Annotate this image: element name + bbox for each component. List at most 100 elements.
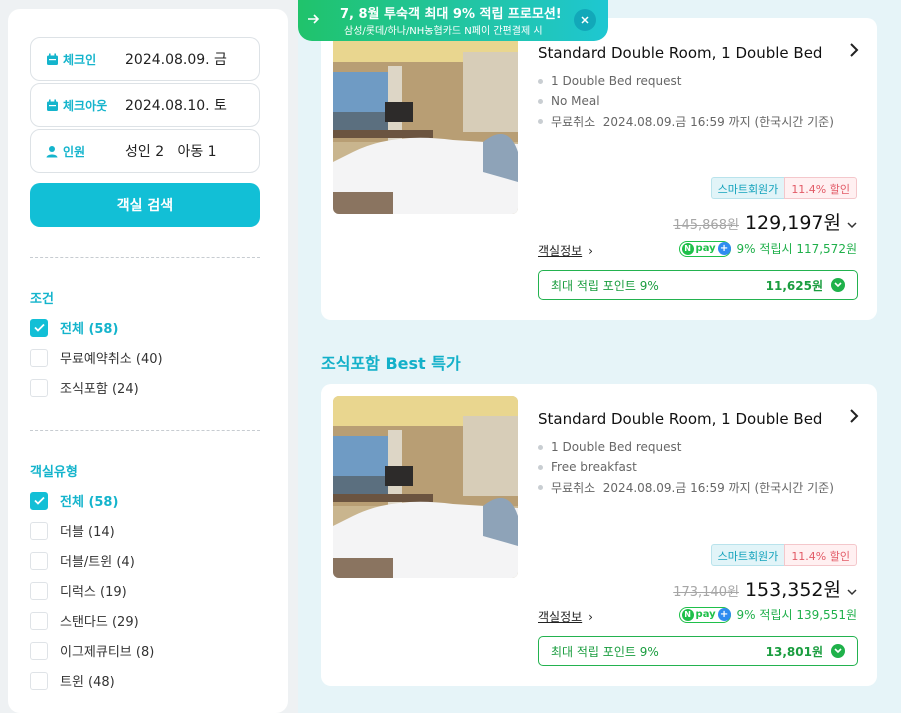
checkbox[interactable]: [30, 581, 48, 600]
filter-label: 이그제큐티브 (8): [60, 645, 155, 660]
checkbox[interactable]: [30, 551, 48, 570]
chevron-right-small-icon: ›: [588, 610, 593, 624]
chevron-right-small-icon: ›: [588, 244, 593, 258]
npay-text: 9% 적립시 117,572원: [736, 242, 857, 256]
npay-text: 9% 적립시 139,551원: [736, 608, 857, 622]
promo-title: 7, 8월 투숙객 최대 9% 적립 프로모션!: [340, 7, 562, 22]
room-photo[interactable]: [333, 396, 518, 578]
room-options: 1 Double Bed request No Meal 무료취소 2024.0…: [538, 71, 834, 131]
chevron-down-circle-icon[interactable]: [831, 644, 845, 658]
filter-label: 무료예약취소 (40): [60, 352, 163, 367]
room-info-link[interactable]: 객실정보 ›: [538, 242, 593, 259]
max-points-box[interactable]: 최대 적립 포인트 9% 11,625원: [538, 270, 858, 300]
filter-breakfast[interactable]: 조식포함 (24): [30, 378, 139, 397]
guests-label: 인원: [63, 144, 86, 159]
filter-label: 더블 (14): [60, 525, 115, 540]
divider: [30, 257, 260, 258]
filter-roomtype-standard[interactable]: 스탠다드 (29): [30, 611, 139, 630]
divider: [30, 430, 260, 431]
room-card: Standard Double Room, 1 Double Bed 1 Dou…: [321, 384, 877, 686]
condition-filter-title: 조건: [30, 292, 54, 307]
npay-logo-icon: Npay +: [678, 606, 731, 623]
guests-value: 성인 2 아동 1: [125, 144, 217, 160]
sale-price: 129,197원: [744, 212, 841, 234]
room-list: Standard Double Room, 1 Double Bed 1 Dou…: [298, 0, 901, 713]
points-value: 13,801원: [765, 644, 823, 659]
search-sidebar: 체크인 2024.08.09. 금 체크아웃 2024.08.10. 토 인원 …: [8, 9, 288, 713]
room-options: 1 Double Bed request Free breakfast 무료취소…: [538, 437, 834, 497]
checkbox[interactable]: [30, 378, 48, 397]
filter-roomtype-executive[interactable]: 이그제큐티브 (8): [30, 641, 154, 660]
discount-label: 11.4% 할인: [784, 177, 857, 199]
points-value: 11,625원: [765, 278, 823, 293]
checkbox[interactable]: [30, 671, 48, 690]
option-item: 1 Double Bed request: [538, 437, 834, 457]
discount-label: 11.4% 할인: [784, 544, 857, 566]
room-info-label: 객실정보: [538, 244, 583, 258]
room-name[interactable]: Standard Double Room, 1 Double Bed: [538, 410, 822, 428]
filter-free-cancel[interactable]: 무료예약취소 (40): [30, 348, 163, 367]
filter-label: 전체 (58): [60, 495, 119, 510]
person-icon: [45, 144, 59, 158]
checkout-label: 체크아웃: [63, 98, 108, 113]
filter-roomtype-deluxe[interactable]: 디럭스 (19): [30, 581, 127, 600]
checkin-field[interactable]: 체크인 2024.08.09. 금: [30, 37, 260, 81]
promo-banner[interactable]: 7, 8월 투숙객 최대 9% 적립 프로모션! 삼성/롯데/하나/NH농협카드…: [298, 0, 608, 41]
option-item: No Meal: [538, 91, 834, 111]
max-points-box[interactable]: 최대 적립 포인트 9% 13,801원: [538, 636, 858, 666]
npay-logo-icon: Npay +: [678, 240, 731, 257]
chevron-down-circle-icon[interactable]: [831, 278, 845, 292]
guests-field[interactable]: 인원 성인 2 아동 1: [30, 129, 260, 173]
close-icon[interactable]: [574, 9, 596, 31]
checkbox-checked[interactable]: [30, 318, 48, 337]
option-item: 1 Double Bed request: [538, 71, 834, 91]
filter-label: 스탠다드 (29): [60, 615, 139, 630]
arrow-right-icon: [304, 9, 324, 29]
option-item: Free breakfast: [538, 457, 834, 477]
original-price: 173,140원: [673, 585, 739, 600]
npay-benefit: Npay + 9% 적립시 139,551원: [678, 606, 857, 623]
checkout-value: 2024.08.10. 토: [125, 98, 227, 114]
room-info-link[interactable]: 객실정보 ›: [538, 608, 593, 625]
points-label: 최대 적립 포인트 9%: [551, 278, 659, 293]
filter-label: 디럭스 (19): [60, 585, 127, 600]
filter-label: 더블/트윈 (4): [60, 555, 135, 570]
chevron-right-icon[interactable]: [849, 408, 859, 429]
npay-benefit: Npay + 9% 적립시 117,572원: [678, 240, 857, 257]
original-price: 145,868원: [673, 218, 739, 233]
room-photo[interactable]: [333, 32, 518, 214]
checkbox[interactable]: [30, 611, 48, 630]
filter-roomtype-twin[interactable]: 트윈 (48): [30, 671, 115, 690]
calendar-icon: [45, 52, 59, 66]
room-card: Standard Double Room, 1 Double Bed 1 Dou…: [321, 18, 877, 320]
filter-label: 조식포함 (24): [60, 382, 139, 397]
option-item: 무료취소 2024.08.09.금 16:59 까지 (한국시간 기준): [538, 111, 834, 131]
points-label: 최대 적립 포인트 9%: [551, 644, 659, 659]
filter-roomtype-all[interactable]: 전체 (58): [30, 491, 118, 510]
room-search-button[interactable]: 객실 검색: [30, 183, 260, 227]
filter-roomtype-double[interactable]: 더블 (14): [30, 521, 115, 540]
price-line[interactable]: 145,868원 129,197원: [673, 208, 857, 235]
checkin-value: 2024.08.09. 금: [125, 52, 227, 68]
option-item: 무료취소 2024.08.09.금 16:59 까지 (한국시간 기준): [538, 477, 834, 497]
checkbox[interactable]: [30, 521, 48, 540]
member-label: 스마트회원가: [710, 544, 785, 566]
member-price-badge: 스마트회원가 11.4% 할인: [710, 544, 857, 566]
promo-subtitle: 삼성/롯데/하나/NH농협카드 N페이 간편결제 시: [344, 26, 543, 37]
sale-price: 153,352원: [744, 579, 841, 601]
checkbox-checked[interactable]: [30, 491, 48, 510]
checkbox[interactable]: [30, 641, 48, 660]
section-title: 조식포함 Best 특가: [321, 354, 461, 373]
calendar-icon: [45, 98, 59, 112]
room-info-label: 객실정보: [538, 610, 583, 624]
filter-condition-all[interactable]: 전체 (58): [30, 318, 118, 337]
checkin-label: 체크인: [63, 52, 97, 67]
price-line[interactable]: 173,140원 153,352원: [673, 575, 857, 602]
checkout-field[interactable]: 체크아웃 2024.08.10. 토: [30, 83, 260, 127]
filter-roomtype-double-twin[interactable]: 더블/트윈 (4): [30, 551, 135, 570]
chevron-right-icon[interactable]: [849, 42, 859, 63]
chevron-down-icon[interactable]: [847, 586, 857, 599]
chevron-down-icon[interactable]: [847, 219, 857, 232]
checkbox[interactable]: [30, 348, 48, 367]
room-name[interactable]: Standard Double Room, 1 Double Bed: [538, 44, 822, 62]
